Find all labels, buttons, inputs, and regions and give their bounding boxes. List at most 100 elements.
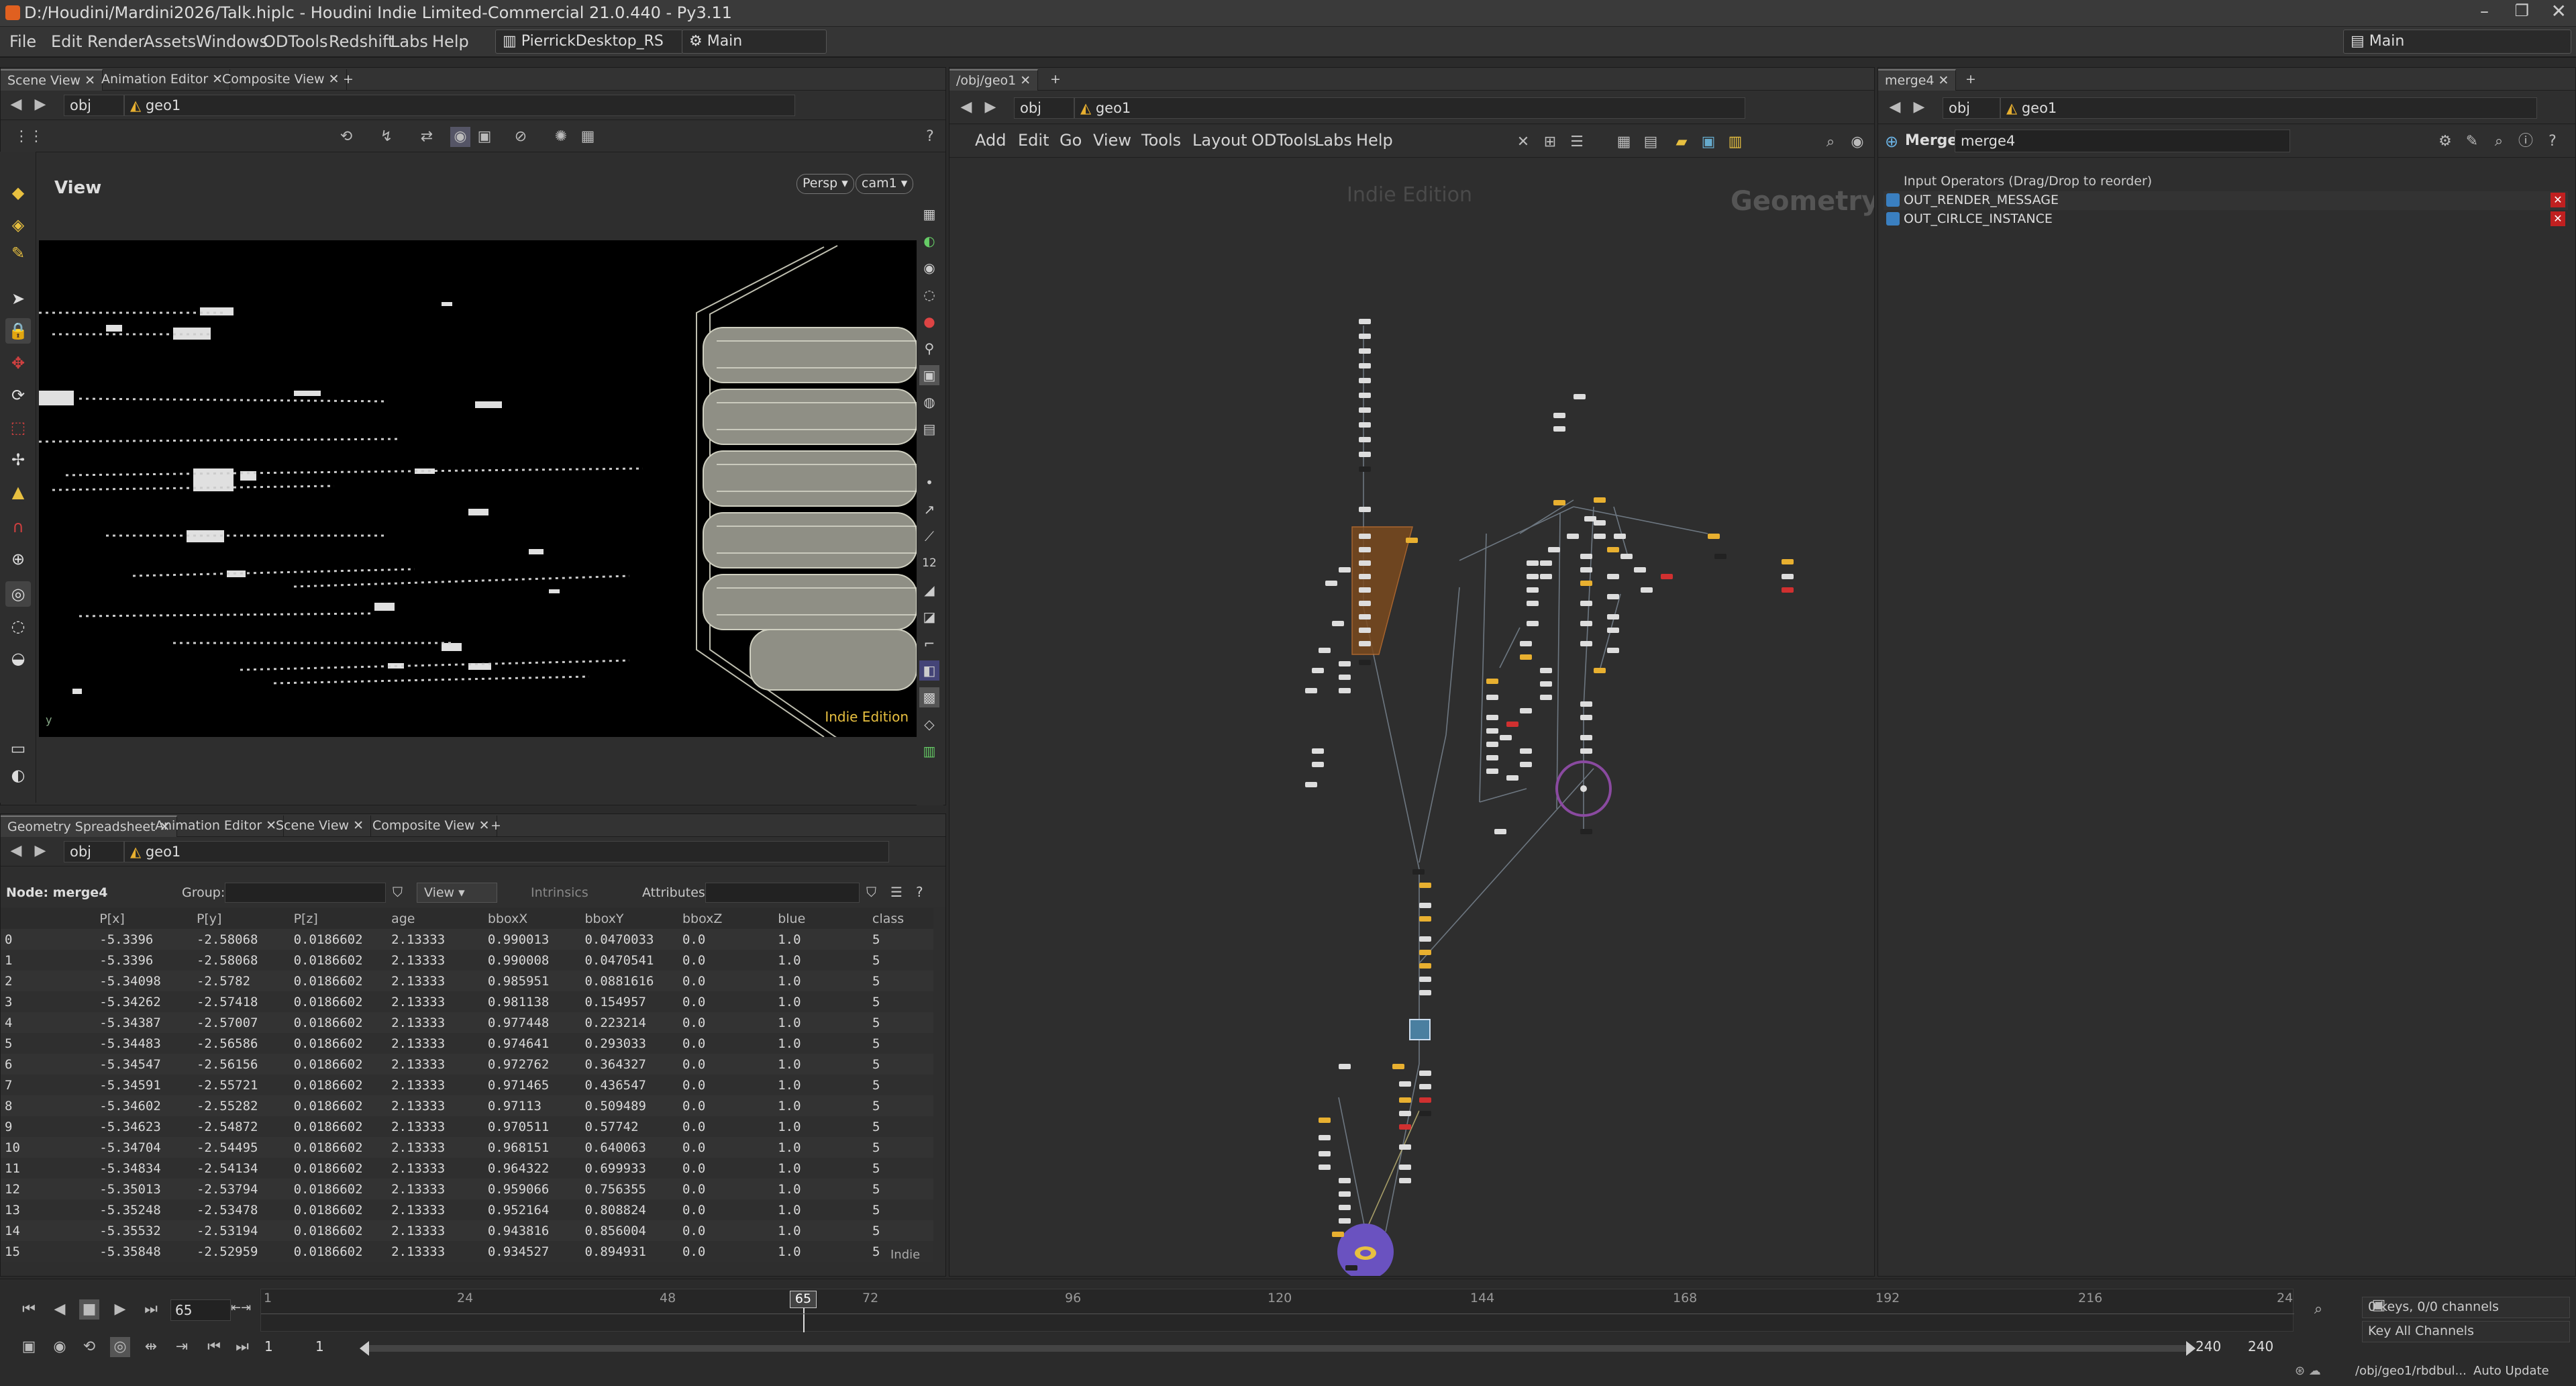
- network-node[interactable]: [1359, 614, 1371, 620]
- range-start-handle[interactable]: [360, 1341, 369, 1356]
- stop-icon[interactable]: ■: [79, 1299, 99, 1320]
- table-row[interactable]: 12 -5.35013 -2.53794 0.0186602 2.13333 0.9590…: [1, 1179, 933, 1199]
- network-node[interactable]: [1594, 497, 1606, 503]
- tab-animation-editor-2[interactable]: Animation Editor ✕: [148, 815, 285, 837]
- network-node[interactable]: [1305, 782, 1317, 787]
- network-node[interactable]: [1580, 701, 1592, 707]
- list-icon[interactable]: ☰: [1567, 132, 1587, 152]
- move-tool-icon[interactable]: ✥: [5, 350, 31, 376]
- network-node[interactable]: [1339, 1178, 1351, 1183]
- menu-help[interactable]: Help: [432, 32, 469, 51]
- display-option-15-icon[interactable]: ◪: [919, 607, 939, 627]
- wrench-icon[interactable]: ✕: [1513, 132, 1533, 152]
- network-node[interactable]: [1641, 587, 1653, 593]
- table-row[interactable]: 15 -5.35848 -2.52959 0.0186602 2.13333 0.9345…: [1, 1241, 933, 1262]
- network-node[interactable]: [1594, 534, 1606, 539]
- back-arrow-icon[interactable]: ◀: [6, 841, 26, 861]
- context-select[interactable]: ⚙ Main: [682, 30, 827, 54]
- menu-icon[interactable]: ☰: [890, 884, 903, 900]
- network-node[interactable]: [1339, 1218, 1351, 1224]
- column-header[interactable]: bboxY: [580, 908, 678, 929]
- network-node[interactable]: [1359, 587, 1371, 593]
- auto-update-select[interactable]: Auto Update: [2473, 1364, 2549, 1378]
- network-node[interactable]: [1359, 407, 1371, 413]
- forward-arrow-icon[interactable]: ▶: [980, 97, 1000, 117]
- network-node[interactable]: [1319, 1118, 1331, 1123]
- table-row[interactable]: 13 -5.35248 -2.53478 0.0186602 2.13333 0.9521…: [1, 1199, 933, 1220]
- menu-windows[interactable]: Windows: [196, 32, 268, 51]
- playhead-frame[interactable]: 65: [790, 1291, 817, 1308]
- end-frame-2-field[interactable]: 240: [2248, 1338, 2273, 1354]
- network-node[interactable]: [1486, 715, 1498, 720]
- brush-tool-icon[interactable]: ✎: [5, 240, 31, 266]
- network-node[interactable]: [1614, 534, 1626, 539]
- table-row[interactable]: 5 -5.34483 -2.56586 0.0186602 2.13333 0.97464…: [1, 1033, 933, 1054]
- transform-icon[interactable]: ⇄: [417, 127, 437, 147]
- network-node[interactable]: [1339, 1191, 1351, 1197]
- network-node[interactable]: [1782, 559, 1794, 564]
- network-node[interactable]: [1500, 735, 1512, 740]
- network-node[interactable]: [1486, 695, 1498, 700]
- rotate-tool-icon[interactable]: ⟳: [5, 383, 31, 408]
- back-arrow-icon[interactable]: ◀: [1885, 97, 1905, 117]
- network-node[interactable]: [1548, 547, 1560, 552]
- network-node[interactable]: [1339, 567, 1351, 573]
- capture-tool-icon[interactable]: ◐: [5, 762, 31, 788]
- network-node[interactable]: [1540, 681, 1552, 687]
- back-arrow-icon[interactable]: ◀: [6, 95, 26, 115]
- network-node[interactable]: [1486, 755, 1498, 760]
- tab-scene-view-2[interactable]: Scene View ✕: [269, 815, 372, 837]
- range-lock-icon[interactable]: ⇥: [172, 1337, 192, 1357]
- network-node[interactable]: [1406, 538, 1418, 543]
- network-node[interactable]: [1782, 587, 1794, 593]
- table-row[interactable]: 0 -5.3396 -2.58068 0.0186602 2.13333 0.990013…: [1, 929, 933, 950]
- network-node[interactable]: [1574, 394, 1586, 399]
- network-node[interactable]: [1580, 554, 1592, 559]
- network-node[interactable]: [1359, 601, 1371, 606]
- back-arrow-icon[interactable]: ◀: [956, 97, 976, 117]
- menu-file[interactable]: File: [9, 32, 36, 51]
- minimize-icon[interactable]: –: [2480, 1, 2489, 21]
- display-option-9-icon[interactable]: ▤: [919, 419, 939, 439]
- network-node[interactable]: [1359, 628, 1371, 633]
- search-icon[interactable]: ⌕: [2489, 132, 2509, 152]
- table-row[interactable]: 11 -5.34834 -2.54134 0.0186602 2.13333 0.9643…: [1, 1158, 933, 1179]
- network-node[interactable]: [1399, 1111, 1411, 1116]
- display-option-14-icon[interactable]: ◢: [919, 580, 939, 600]
- network-node[interactable]: [1419, 883, 1431, 888]
- tab-obj-geo1[interactable]: /obj/geo1 ✕: [949, 69, 1039, 91]
- display-option-19-icon[interactable]: ◇: [919, 714, 939, 734]
- menu-assets[interactable]: Assets: [144, 32, 196, 51]
- table-row[interactable]: 7 -5.34591 -2.55721 0.0186602 2.13333 0.97146…: [1, 1075, 933, 1095]
- play-icon[interactable]: ▶: [110, 1299, 130, 1320]
- column-header[interactable]: age: [387, 908, 484, 929]
- handle-icon[interactable]: ✢: [5, 447, 31, 473]
- network-node[interactable]: [1486, 769, 1498, 774]
- handle-tool-icon[interactable]: ◆: [5, 180, 31, 205]
- path-node[interactable]: ◭ geo1: [124, 841, 889, 862]
- stack-icon[interactable]: ▥: [1725, 132, 1745, 152]
- network-node[interactable]: [1553, 500, 1565, 505]
- close-icon[interactable]: ✕: [2551, 0, 2567, 22]
- network-node[interactable]: [1392, 1064, 1404, 1069]
- record-icon[interactable]: ⊘: [511, 127, 531, 147]
- range-slider[interactable]: [360, 1341, 2196, 1356]
- intrinsics-label[interactable]: Intrinsics: [531, 885, 588, 900]
- display-option-4-icon[interactable]: ◌: [919, 285, 939, 305]
- path-node[interactable]: ◭ geo1: [124, 95, 795, 116]
- network-node[interactable]: [1620, 554, 1633, 559]
- range-end-handle[interactable]: [2186, 1341, 2196, 1356]
- network-node[interactable]: [1782, 574, 1794, 579]
- network-node[interactable]: [1399, 1165, 1411, 1170]
- remove-input-icon[interactable]: ✕: [2551, 211, 2565, 226]
- network-node[interactable]: [1607, 614, 1619, 620]
- display-option-8-icon[interactable]: ◍: [919, 392, 939, 412]
- network-node[interactable]: [1412, 869, 1425, 875]
- network-node[interactable]: [1506, 722, 1518, 727]
- magnet-tool-icon[interactable]: ∩: [5, 514, 31, 540]
- network-node[interactable]: [1359, 547, 1371, 552]
- network-node[interactable]: [1319, 1151, 1331, 1156]
- end-frame-field[interactable]: 240: [2196, 1338, 2221, 1354]
- network-node[interactable]: [1580, 641, 1592, 646]
- network-menu-tools[interactable]: Tools: [1141, 131, 1181, 150]
